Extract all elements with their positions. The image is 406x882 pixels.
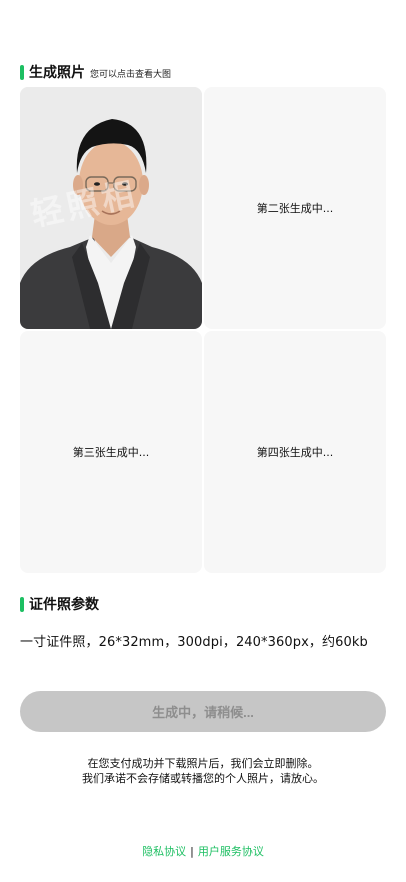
params-section-title: 证件照参数 — [29, 597, 99, 613]
params-section-header: 证件照参数 — [20, 594, 99, 614]
generate-section-subtitle: 您可以点击查看大图 — [90, 69, 172, 80]
photo-1[interactable]: 轻照相 — [20, 87, 202, 329]
section-accent-bar — [20, 64, 24, 80]
notice-line-2: 我们承诺不会存储或转播您的个人照片，请放心。 — [82, 772, 324, 785]
photo-3-status: 第三张生成中... — [72, 446, 150, 459]
privacy-policy-link[interactable]: 隐私协议 — [142, 843, 186, 859]
photo-2[interactable]: 第二张生成中... — [204, 87, 386, 329]
section-accent-bar — [20, 596, 24, 612]
photo-4-status: 第四张生成中... — [256, 446, 334, 459]
footer-separator: | — [190, 844, 194, 858]
photo-4[interactable]: 第四张生成中... — [204, 331, 386, 573]
photo-grid: 轻照相 第二张生成中... 第三张生成中... 第四张生成中... — [20, 87, 386, 573]
footer-links: 隐私协议 | 用户服务协议 — [0, 843, 406, 859]
page: 生成照片 您可以点击查看大图 轻照相 第二张生成中... 第三张生成中... 第… — [0, 0, 406, 882]
generate-button[interactable]: 生成中，请稍候... — [20, 691, 386, 732]
notice-line-1: 在您支付成功并下载照片后，我们会立即删除。 — [87, 757, 319, 770]
generate-section-title: 生成照片 — [29, 65, 85, 81]
user-service-agreement-link[interactable]: 用户服务协议 — [198, 843, 264, 859]
params-description: 一寸证件照，26*32mm，300dpi，240*360px，约60kb — [20, 635, 368, 650]
privacy-notice: 在您支付成功并下载照片后，我们会立即删除。 我们承诺不会存储或转播您的个人照片，… — [0, 756, 406, 786]
photo-2-status: 第二张生成中... — [256, 202, 334, 215]
photo-3[interactable]: 第三张生成中... — [20, 331, 202, 573]
generate-section-header: 生成照片 您可以点击查看大图 — [20, 62, 171, 82]
